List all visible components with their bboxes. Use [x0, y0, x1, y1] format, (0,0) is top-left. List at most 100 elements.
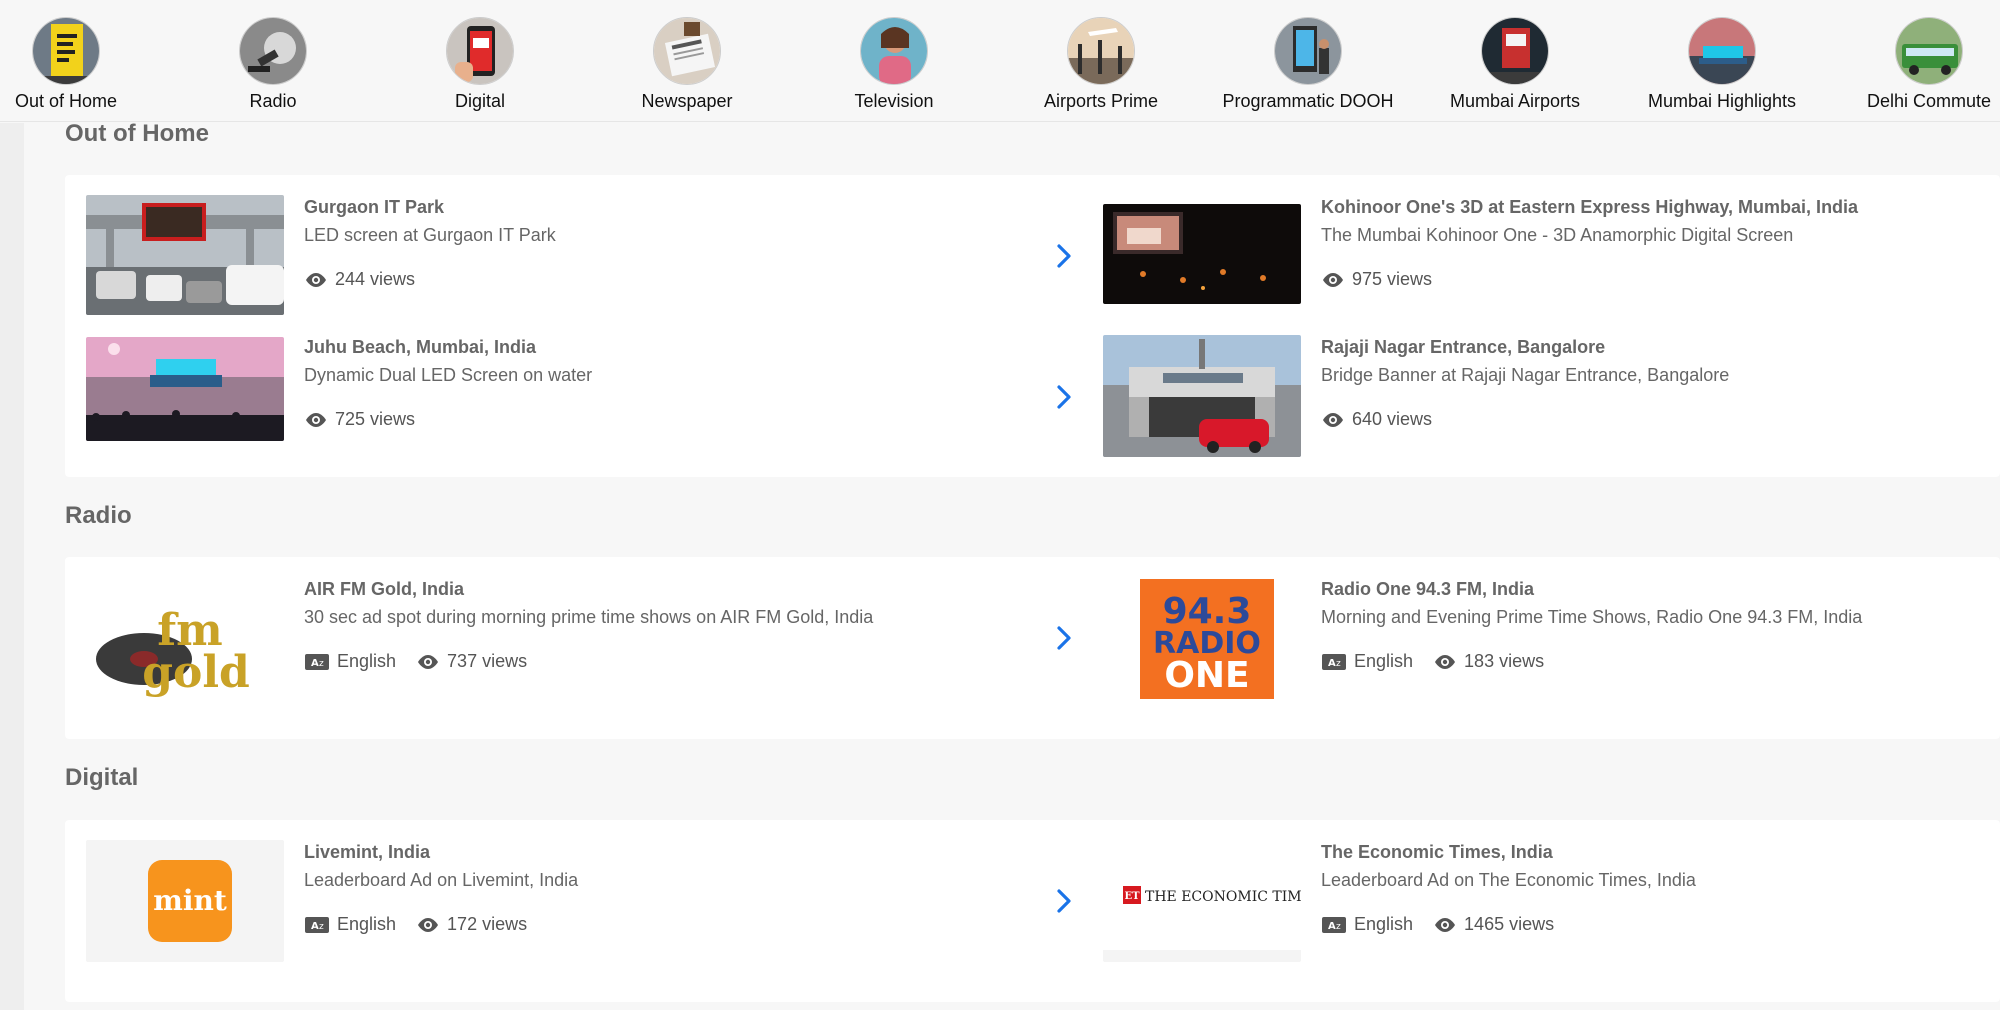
- eye-icon: [1323, 412, 1343, 427]
- language-text: English: [1354, 914, 1414, 934]
- language: Az English: [1321, 914, 1413, 935]
- mumbai-airports-thumbnail: [1481, 17, 1549, 85]
- radio-one-logo-one: ONE: [1164, 655, 1249, 696]
- left-rail: [0, 123, 24, 1010]
- language-icon: Az: [305, 653, 329, 670]
- programmatic-dooh-thumbnail: [1274, 17, 1342, 85]
- gurgaon-it-park-image: [86, 195, 284, 315]
- listing-text: Juhu Beach, Mumbai, India Dynamic Dual L…: [304, 335, 1064, 430]
- svg-text:gold: gold: [142, 647, 250, 698]
- category-radio[interactable]: Radio: [170, 17, 376, 112]
- category-newspaper[interactable]: Newspaper: [584, 17, 790, 112]
- svg-text:z: z: [319, 922, 324, 932]
- chevron-right-icon[interactable]: [1053, 241, 1075, 271]
- listing-gurgaon-it-park[interactable]: Gurgaon IT Park LED screen at Gurgaon IT…: [86, 195, 1076, 315]
- listing-radio-one[interactable]: 94.3 RADIO ONE Radio One 94.3 FM, India …: [1103, 577, 1993, 717]
- svg-text:A: A: [1328, 658, 1336, 669]
- mint-logo-text: mint: [153, 884, 227, 917]
- category-label: Mumbai Highlights: [1647, 91, 1797, 111]
- delhi-commute-thumbnail: [1895, 17, 1963, 85]
- airports-prime-thumbnail: [1067, 17, 1135, 85]
- listing-title[interactable]: AIR FM Gold, India: [304, 577, 1064, 601]
- svg-text:A: A: [311, 921, 319, 932]
- listing-juhu-beach[interactable]: Juhu Beach, Mumbai, India Dynamic Dual L…: [86, 335, 1076, 457]
- category-delhi-commute[interactable]: Delhi Commute: [1826, 17, 2000, 112]
- category-label: Newspaper: [641, 91, 733, 111]
- views-text: 640 views: [1352, 409, 1433, 429]
- svg-text:z: z: [319, 659, 324, 669]
- category-digital[interactable]: Digital: [377, 17, 583, 112]
- category-label: Digital: [454, 91, 506, 111]
- listing-text: Gurgaon IT Park LED screen at Gurgaon IT…: [304, 195, 1064, 290]
- listing-title[interactable]: Gurgaon IT Park: [304, 195, 1064, 219]
- views-text: 725 views: [335, 409, 416, 429]
- category-television[interactable]: Television: [791, 17, 997, 112]
- listing-text: The Economic Times, India Leaderboard Ad…: [1321, 840, 2000, 935]
- category-label: Airports Prime: [1043, 91, 1159, 111]
- listing-description: The Mumbai Kohinoor One - 3D Anamorphic …: [1321, 225, 1794, 245]
- category-label: Television: [854, 91, 934, 111]
- listing-title[interactable]: Rajaji Nagar Entrance, Bangalore: [1321, 335, 2000, 359]
- views-text: 1465 views: [1464, 914, 1555, 934]
- category-airports-prime[interactable]: Airports Prime: [998, 17, 1204, 112]
- category-label: Out of Home: [14, 91, 118, 111]
- language: Az English: [304, 651, 396, 672]
- language-icon: Az: [1322, 653, 1346, 670]
- category-programmatic-dooh[interactable]: Programmatic DOOH: [1205, 17, 1411, 112]
- views-count: 1465 views: [1433, 914, 1554, 935]
- listing-title[interactable]: Radio One 94.3 FM, India: [1321, 577, 2000, 601]
- listing-title[interactable]: Juhu Beach, Mumbai, India: [304, 335, 1064, 359]
- views-count: 640 views: [1321, 409, 1432, 430]
- views-text: 172 views: [447, 914, 528, 934]
- views-count: 172 views: [416, 914, 527, 935]
- listing-text: Kohinoor One's 3D at Eastern Express Hig…: [1321, 195, 2000, 290]
- listing-text: AIR FM Gold, India 30 sec ad spot during…: [304, 577, 1064, 672]
- economic-times-wordmark: THE ECONOMIC TIMES: [1145, 889, 1301, 905]
- category-strip: Out of Home Radio Digital Newspaper Tele…: [0, 0, 2000, 122]
- digital-panel: mint Livemint, India Leaderboard Ad on L…: [65, 820, 2000, 1002]
- juhu-beach-image: [86, 337, 284, 441]
- language-icon: Az: [1322, 916, 1346, 933]
- language-text: English: [337, 651, 397, 671]
- economic-times-logo: ET THE ECONOMIC TIMES: [1103, 840, 1301, 962]
- listing-title[interactable]: Kohinoor One's 3D at Eastern Express Hig…: [1321, 195, 2000, 219]
- category-label: Mumbai Airports: [1449, 91, 1581, 111]
- section-title-out-of-home: Out of Home: [65, 120, 209, 147]
- radio-thumbnail: [239, 17, 307, 85]
- svg-text:z: z: [1336, 659, 1341, 669]
- views-count: 737 views: [416, 651, 527, 672]
- views-text: 737 views: [447, 651, 528, 671]
- out-of-home-panel: Gurgaon IT Park LED screen at Gurgaon IT…: [65, 175, 2000, 477]
- chevron-right-icon[interactable]: [1053, 623, 1075, 653]
- chevron-right-icon[interactable]: [1053, 886, 1075, 916]
- listing-meta: 640 views: [1321, 409, 2000, 430]
- eye-icon: [306, 412, 326, 427]
- listing-meta: Az English 1465 views: [1321, 914, 2000, 935]
- listing-livemint[interactable]: mint Livemint, India Leaderboard Ad on L…: [86, 840, 1076, 980]
- category-mumbai-airports[interactable]: Mumbai Airports: [1412, 17, 1618, 112]
- category-label: Programmatic DOOH: [1222, 91, 1394, 111]
- category-label: Delhi Commute: [1866, 91, 1992, 111]
- chevron-right-icon[interactable]: [1053, 382, 1075, 412]
- listing-rajaji-nagar[interactable]: Rajaji Nagar Entrance, Bangalore Bridge …: [1103, 335, 1993, 457]
- eye-icon: [1435, 654, 1456, 669]
- out-of-home-thumbnail: [32, 17, 100, 85]
- listing-title[interactable]: Livemint, India: [304, 840, 1064, 864]
- language: Az English: [1321, 651, 1413, 672]
- language-text: English: [1354, 651, 1414, 671]
- listing-air-fm-gold[interactable]: fm gold AIR FM Gold, India 30 sec ad spo…: [86, 577, 1076, 717]
- listing-description: Leaderboard Ad on The Economic Times, In…: [1321, 870, 1696, 890]
- listing-meta: Az English 172 views: [304, 914, 1064, 935]
- listing-description: LED screen at Gurgaon IT Park: [304, 225, 556, 245]
- views-text: 183 views: [1464, 651, 1545, 671]
- listing-description: Bridge Banner at Rajaji Nagar Entrance, …: [1321, 365, 1730, 385]
- newspaper-thumbnail: [653, 17, 721, 85]
- section-title-radio: Radio: [65, 502, 132, 529]
- listing-title[interactable]: The Economic Times, India: [1321, 840, 2000, 864]
- category-out-of-home[interactable]: Out of Home: [0, 17, 169, 112]
- listing-description: Dynamic Dual LED Screen on water: [304, 365, 593, 385]
- kohinoor-one-image: [1103, 204, 1301, 304]
- listing-economic-times[interactable]: ET THE ECONOMIC TIMES The Economic Times…: [1103, 840, 1993, 980]
- category-mumbai-highlights[interactable]: Mumbai Highlights: [1619, 17, 1825, 112]
- listing-kohinoor-one[interactable]: Kohinoor One's 3D at Eastern Express Hig…: [1103, 195, 1993, 315]
